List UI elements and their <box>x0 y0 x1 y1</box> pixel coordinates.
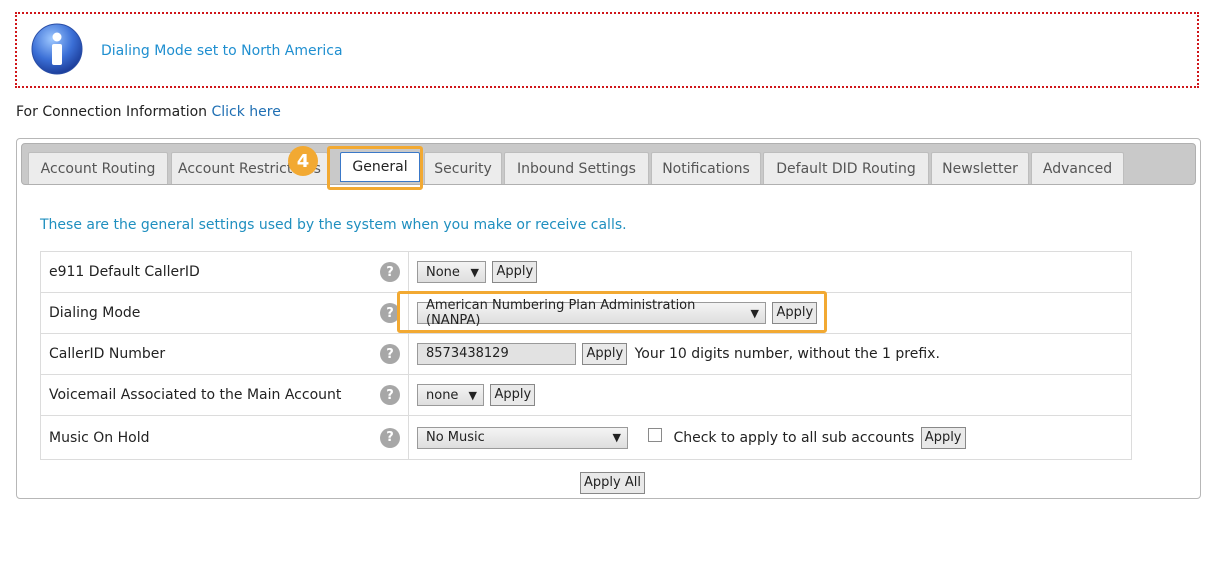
e911-label: e911 Default CallerID <box>49 264 200 280</box>
tab-security[interactable]: Security <box>424 152 502 184</box>
help-icon[interactable]: ? <box>380 303 400 323</box>
notice-box: Dialing Mode set to North America <box>15 12 1199 88</box>
click-here-link[interactable]: Click here <box>211 104 280 120</box>
chevron-down-icon: ▼ <box>470 265 479 279</box>
tab-account-routing[interactable]: Account Routing <box>28 152 168 184</box>
dialing-mode-label: Dialing Mode <box>49 305 141 321</box>
tab-notifications[interactable]: Notifications <box>651 152 761 184</box>
music-on-hold-select[interactable]: No Music ▼ <box>417 426 628 449</box>
help-icon[interactable]: ? <box>380 344 400 364</box>
tab-inbound-settings[interactable]: Inbound Settings <box>504 152 649 184</box>
intro-text: These are the general settings used by t… <box>40 217 627 233</box>
voicemail-apply-button[interactable]: Apply <box>490 384 536 406</box>
tab-advanced[interactable]: Advanced <box>1031 152 1124 184</box>
music-on-hold-apply-button[interactable]: Apply <box>920 426 966 449</box>
callerid-label: CallerID Number <box>49 346 166 362</box>
dialing-mode-select[interactable]: American Numbering Plan Administration (… <box>417 298 766 328</box>
help-icon[interactable]: ? <box>380 262 400 282</box>
step-badge: 4 <box>288 146 318 176</box>
tab-general[interactable]: General <box>340 152 420 182</box>
dialing-mode-apply-button[interactable]: Apply <box>772 302 818 324</box>
table-row: CallerID Number ? 8573438129 Apply Your … <box>40 333 1132 375</box>
apply-all-button[interactable]: Apply All <box>580 472 645 494</box>
table-row: Voicemail Associated to the Main Account… <box>40 374 1132 416</box>
settings-panel: Account Routing Account Restrictions Gen… <box>16 138 1201 499</box>
info-icon <box>31 23 83 75</box>
e911-apply-button[interactable]: Apply <box>492 261 538 283</box>
table-row: e911 Default CallerID ? None ▼ Apply <box>40 251 1132 293</box>
callerid-input[interactable]: 8573438129 <box>417 343 576 365</box>
help-icon[interactable]: ? <box>380 385 400 405</box>
notice-message: Dialing Mode set to North America <box>101 43 343 59</box>
chevron-down-icon: ▼ <box>612 431 621 444</box>
apply-sub-accounts-checkbox[interactable] <box>648 427 663 442</box>
voicemail-select[interactable]: none ▼ <box>417 384 484 406</box>
tab-bar: Account Routing Account Restrictions Gen… <box>21 143 1196 185</box>
table-row: Music On Hold ? No Music ▼ Check to apply… <box>40 415 1132 460</box>
e911-select[interactable]: None ▼ <box>417 261 486 283</box>
tab-default-did-routing[interactable]: Default DID Routing <box>763 152 929 184</box>
table-row: Dialing Mode ? American Numbering Plan A… <box>40 292 1132 334</box>
voicemail-label: Voicemail Associated to the Main Account <box>49 387 342 403</box>
callerid-hint: Your 10 digits number, without the 1 pre… <box>634 346 940 362</box>
settings-table: e911 Default CallerID ? None ▼ Apply Dial… <box>40 251 1132 460</box>
callerid-apply-button[interactable]: Apply <box>582 343 628 365</box>
connection-info: For Connection Information Click here <box>16 104 281 120</box>
tab-newsletter[interactable]: Newsletter <box>931 152 1029 184</box>
chevron-down-icon: ▼ <box>750 306 759 320</box>
connection-info-label: For Connection Information <box>16 104 208 120</box>
help-icon[interactable]: ? <box>380 427 400 448</box>
music-on-hold-label: Music On Hold <box>49 429 150 446</box>
chevron-down-icon: ▼ <box>468 388 477 402</box>
apply-sub-accounts-label: Check to apply to all sub accounts <box>673 429 915 446</box>
